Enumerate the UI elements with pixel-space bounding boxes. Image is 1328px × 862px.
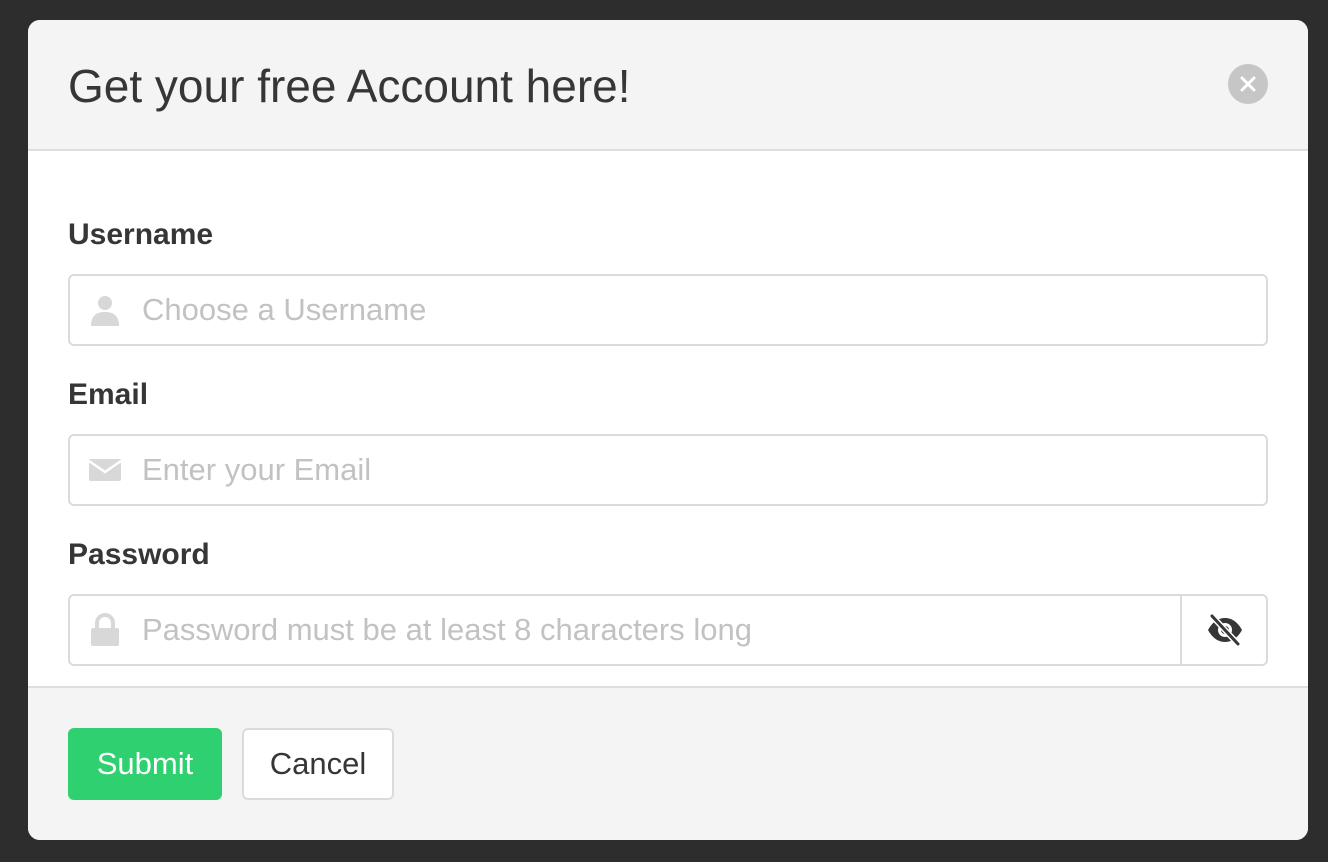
- modal-body: Username Email Password: [28, 151, 1308, 686]
- modal-title: Get your free Account here!: [68, 60, 631, 112]
- username-label: Username: [68, 218, 214, 251]
- email-input[interactable]: [142, 436, 1248, 504]
- toggle-password-visibility-button[interactable]: [1180, 594, 1268, 666]
- password-label: Password: [68, 538, 210, 571]
- password-input[interactable]: [142, 596, 1162, 664]
- eye-slash-icon: [1208, 613, 1242, 647]
- user-icon: [91, 296, 119, 326]
- email-label: Email: [68, 378, 149, 411]
- signup-modal: Get your free Account here! Username Ema…: [28, 20, 1308, 840]
- email-field: [68, 434, 1268, 506]
- submit-button[interactable]: Submit: [68, 728, 222, 800]
- modal-header: Get your free Account here!: [28, 20, 1308, 151]
- username-input[interactable]: [142, 276, 1248, 344]
- close-icon: [1240, 76, 1256, 92]
- password-field: [68, 594, 1182, 666]
- lock-icon: [91, 613, 119, 646]
- close-button[interactable]: [1228, 64, 1268, 104]
- username-field: [68, 274, 1268, 346]
- modal-footer: Submit Cancel: [28, 686, 1308, 840]
- envelope-icon: [88, 459, 122, 481]
- cancel-button[interactable]: Cancel: [242, 728, 394, 800]
